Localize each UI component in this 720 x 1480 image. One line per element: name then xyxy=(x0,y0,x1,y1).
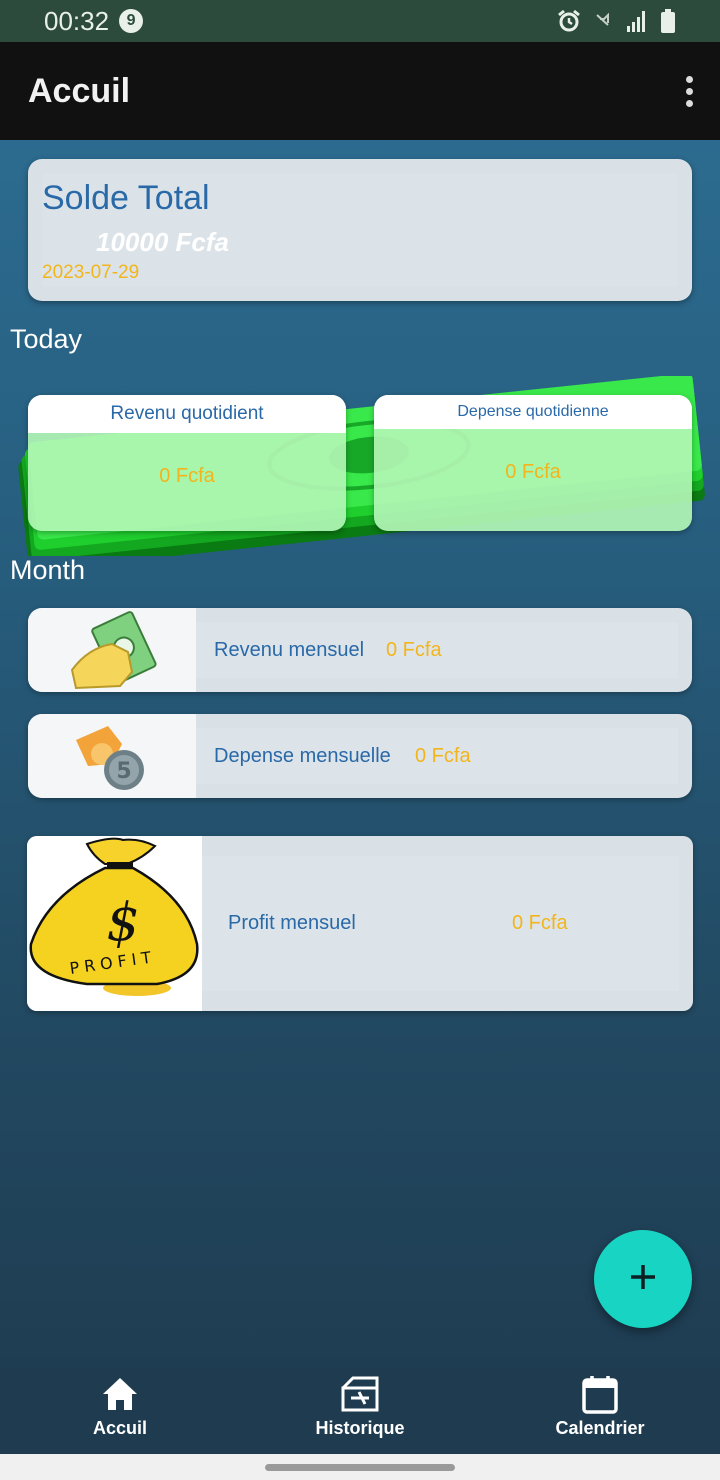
nav-item-accuil[interactable]: Accuil xyxy=(0,1368,240,1454)
gesture-handle[interactable] xyxy=(265,1464,455,1471)
nav-item-historique[interactable]: Historique xyxy=(240,1368,480,1454)
add-button[interactable] xyxy=(594,1230,692,1328)
home-icon xyxy=(100,1374,140,1414)
signal-icon xyxy=(626,9,648,33)
monthly-income-card[interactable]: Revenu mensuel 0 Fcfa xyxy=(28,608,692,692)
daily-income-value: 0 Fcfa xyxy=(159,465,215,487)
section-today-label: Today xyxy=(10,324,83,354)
page-title: Accuil xyxy=(28,71,131,110)
profit-bag-icon: $ PROFIT xyxy=(27,836,202,1011)
mute-icon xyxy=(594,11,614,31)
monthly-expense-value: 0 Fcfa xyxy=(415,745,471,767)
daily-expense-value: 0 Fcfa xyxy=(505,461,561,483)
daily-income-card[interactable]: Revenu quotidient 0 Fcfa xyxy=(28,395,346,531)
solde-date: 2023-07-29 xyxy=(42,262,140,283)
nav-label-calendrier: Calendrier xyxy=(555,1418,645,1438)
solde-title: Solde Total xyxy=(42,179,210,217)
monthly-expense-card[interactable]: 5 Depense mensuelle 0 Fcfa xyxy=(28,714,692,798)
plus-icon xyxy=(628,1262,658,1297)
monthly-expense-label: Depense mensuelle xyxy=(214,745,391,767)
app-bar: Accuil xyxy=(0,42,720,140)
calendar-icon xyxy=(580,1374,620,1414)
svg-text:$: $ xyxy=(106,893,139,953)
battery-icon xyxy=(660,9,676,33)
status-bar: 00:32 9 xyxy=(0,0,720,42)
notification-count-badge: 9 xyxy=(119,9,144,33)
bottom-navigation: Accuil Historique Calendrier xyxy=(0,1368,720,1454)
solde-total-card[interactable]: Solde Total 10000 Fcfa 2023-07-29 xyxy=(28,159,692,301)
nav-label-historique: Historique xyxy=(315,1418,405,1438)
monthly-profit-card[interactable]: $ PROFIT Profit mensuel 0 Fcfa xyxy=(27,836,693,1011)
monthly-income-value: 0 Fcfa xyxy=(386,639,442,661)
monthly-profit-value: 0 Fcfa xyxy=(512,912,568,934)
more-vert-icon[interactable] xyxy=(674,71,704,111)
alarm-icon xyxy=(556,8,582,34)
monthly-profit-label: Profit mensuel xyxy=(228,912,356,934)
status-time: 00:32 xyxy=(44,5,110,36)
main-content: Solde Total 10000 Fcfa 2023-07-29 Today … xyxy=(0,140,720,1368)
nav-item-calendrier[interactable]: Calendrier xyxy=(480,1368,720,1454)
money-hand-icon xyxy=(28,608,196,692)
status-icons xyxy=(556,8,676,34)
history-icon xyxy=(339,1374,381,1414)
system-navigation-bar xyxy=(0,1454,720,1480)
monthly-income-label: Revenu mensuel xyxy=(214,639,365,661)
svg-text:5: 5 xyxy=(116,759,131,784)
section-month-label: Month xyxy=(10,555,86,585)
daily-income-label: Revenu quotidient xyxy=(28,395,346,433)
solde-amount: 10000 Fcfa xyxy=(96,227,229,257)
coin-hand-icon: 5 xyxy=(28,714,196,798)
nav-label-accuil: Accuil xyxy=(92,1418,148,1438)
daily-expense-label: Depense quotidienne xyxy=(374,395,692,429)
daily-expense-card[interactable]: Depense quotidienne 0 Fcfa xyxy=(374,395,692,531)
